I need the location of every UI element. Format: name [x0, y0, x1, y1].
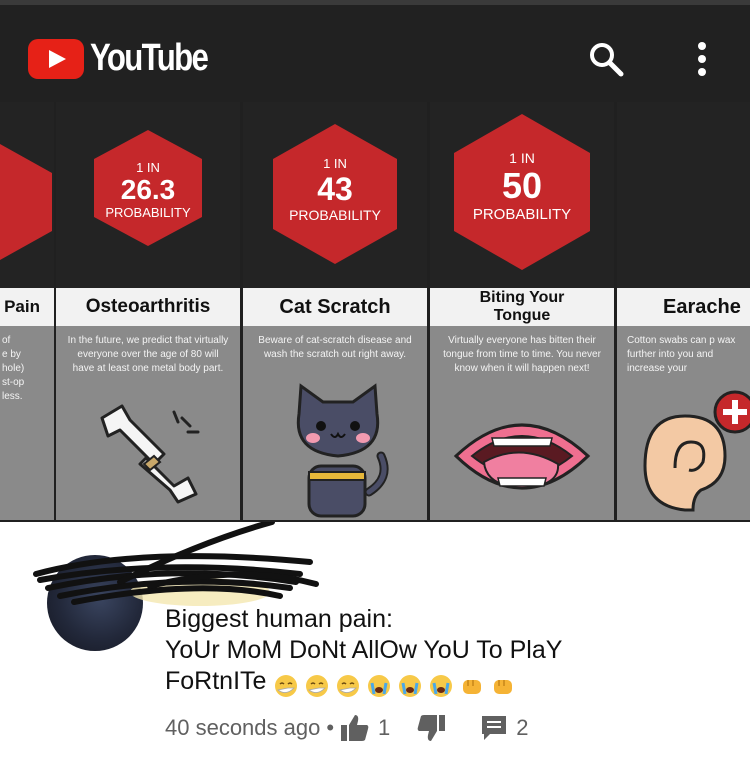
- mouth-tongue-icon: [453, 423, 591, 490]
- infographic-card: 1 IN 26.3 PROBABILITY Osteoarthritis In …: [56, 102, 240, 520]
- oncoming-fist-icon: [463, 680, 482, 695]
- probability-word: PROBABILITY: [289, 207, 381, 223]
- more-vert-icon[interactable]: [692, 41, 712, 77]
- card-label: Cat Scratch: [243, 288, 427, 326]
- thumbs-up-icon[interactable]: [340, 714, 370, 742]
- card-description: Beware of cat-scratch disease and wash t…: [258, 335, 412, 360]
- probability-word: PROBABILITY: [105, 205, 191, 220]
- card-label: Earache: [617, 288, 750, 326]
- card-label: Biting Your Tongue: [430, 288, 614, 326]
- probability-prefix: 1 IN: [323, 156, 347, 171]
- probability-word: PROBABILITY: [472, 206, 572, 223]
- probability-hexagon: [0, 144, 52, 260]
- card-label: Pain: [0, 288, 54, 326]
- comment-body: Biggest human pain: YoUr MoM DoNt AllOw …: [165, 604, 562, 701]
- card-description: of e by hole) st-op less.: [2, 335, 25, 402]
- card-description: Cotton swabs can p wax further into you …: [627, 335, 736, 374]
- loudly-crying-face-icon: [399, 675, 422, 698]
- comment-line: FoRtnITe: [165, 667, 267, 695]
- probability-value: 26.3: [120, 174, 176, 205]
- probability-hexagon: 1 IN 43 PROBABILITY: [269, 122, 401, 266]
- probability-value: 43: [317, 171, 353, 207]
- card-description: Virtually everyone has bitten their tong…: [443, 335, 601, 374]
- oncoming-fist-icon: [494, 680, 513, 695]
- thumbs-down-icon[interactable]: [416, 714, 446, 742]
- comment-line: Biggest human pain:: [165, 605, 393, 633]
- infographic-card: 1 IN 50 PROBABILITY Biting Your Tongue V…: [430, 102, 614, 520]
- sneezing-face-icon: [306, 675, 329, 698]
- youtube-play-icon: [28, 38, 84, 79]
- card-label: Osteoarthritis: [56, 288, 240, 326]
- logo-text: YouTube: [90, 37, 209, 79]
- comment-meta: 40 seconds ago • 1 2: [165, 714, 555, 742]
- broken-bone-icon: [100, 404, 200, 504]
- meta-separator: •: [326, 715, 335, 740]
- infographic-card: 1 IN 43 PROBABILITY Cat Scratch Beware o…: [243, 102, 427, 520]
- sneezing-face-icon: [337, 675, 360, 698]
- probability-hexagon: 1 IN 50 PROBABILITY: [450, 112, 594, 272]
- youtube-logo[interactable]: YouTube: [28, 37, 233, 80]
- loudly-crying-face-icon: [430, 675, 453, 698]
- card-description: In the future, we predict that virtually…: [67, 335, 229, 374]
- infographic-card: Earache Cotton swabs can p wax further i…: [617, 102, 750, 520]
- infographic-card: Pain of e by hole) st-op less.: [0, 102, 54, 520]
- probability-hexagon: 1 IN 26.3 PROBABILITY: [90, 128, 206, 248]
- comment: Biggest human pain: YoUr MoM DoNt AllOw …: [0, 522, 750, 759]
- emoji-row: [274, 670, 515, 701]
- loudly-crying-face-icon: [368, 675, 391, 698]
- ear-icon: [643, 390, 750, 512]
- probability-prefix: 1 IN: [136, 160, 160, 175]
- cat-icon: [296, 383, 389, 518]
- reply-comment-icon[interactable]: [480, 714, 508, 742]
- probability-prefix: 1 IN: [509, 150, 535, 166]
- probability-value: 50: [501, 165, 543, 206]
- like-count: 1: [378, 715, 391, 740]
- video-player[interactable]: Pain of e by hole) st-op less. 1 IN 26.3…: [0, 102, 750, 522]
- app-bar: YouTube: [0, 0, 750, 102]
- comment-timestamp: 40 seconds ago: [165, 715, 321, 740]
- reply-count: 2: [516, 715, 529, 740]
- comment-line: YoUr MoM DoNt AllOw YoU To PlaY: [165, 636, 563, 664]
- sneezing-face-icon: [275, 675, 298, 698]
- search-icon[interactable]: [588, 41, 624, 77]
